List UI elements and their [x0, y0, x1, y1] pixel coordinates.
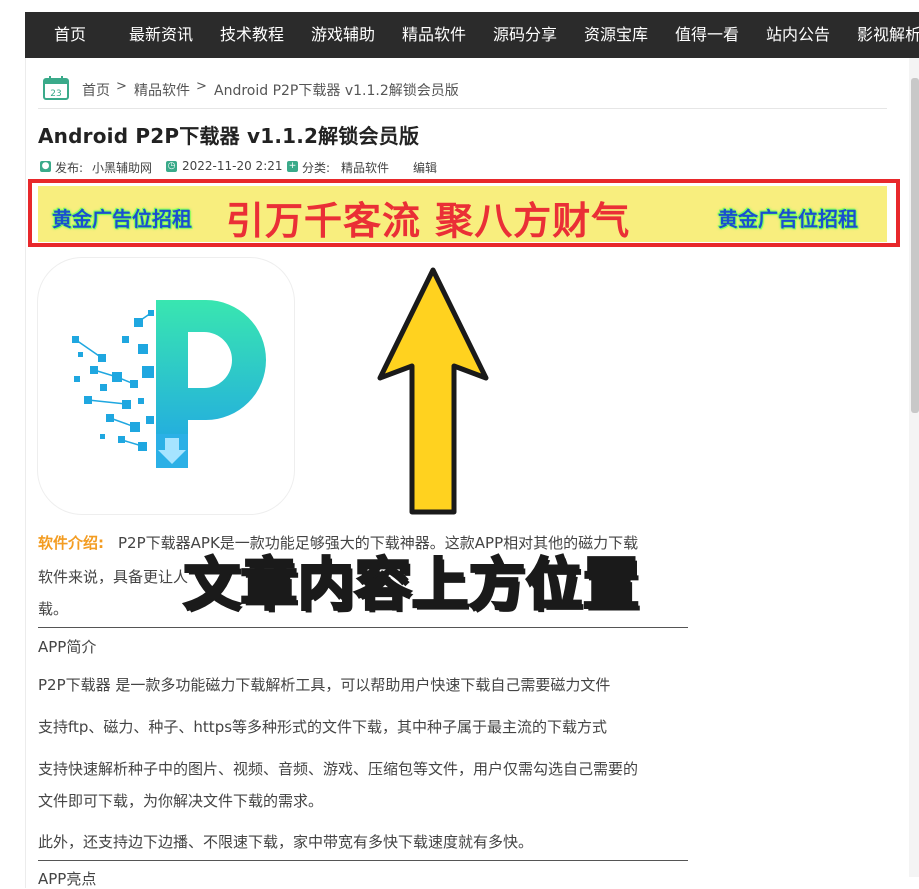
section-heading-intro: APP简介	[38, 638, 97, 656]
section-divider	[38, 860, 688, 861]
nav-item-software[interactable]: 精品软件	[402, 12, 466, 58]
user-icon: ●	[40, 161, 51, 172]
breadcrumb-current: Android P2P下载器 v1.1.2解锁会员版	[214, 83, 459, 99]
meta-category-label: 分类:	[302, 161, 331, 175]
plus-icon: +	[287, 161, 298, 172]
nav-item-source-code[interactable]: 源码分享	[493, 12, 557, 58]
app-icon	[38, 258, 294, 514]
breadcrumb-category[interactable]: 精品软件	[134, 80, 190, 100]
paragraph: P2P下载器 是一款多功能磁力下载解析工具，可以帮助用户快速下载自己需要磁力文件	[38, 676, 611, 694]
nav-item-tutorials[interactable]: 技术教程	[220, 12, 284, 58]
paragraph: 支持ftp、磁力、种子、https等多种形式的文件下载，其中种子属于最主流的下载…	[38, 718, 608, 736]
breadcrumb-separator: >	[196, 79, 207, 94]
calendar-day: 23	[50, 89, 61, 99]
meta-category[interactable]: 精品软件	[341, 159, 389, 176]
meta-date: 2022-11-20 2:21	[182, 159, 283, 173]
meta-edit-link[interactable]: 编辑	[413, 159, 437, 176]
top-nav: 首页 最新资讯 技术教程 游戏辅助 精品软件 源码分享 资源宝库 值得一看 站内…	[25, 12, 919, 58]
breadcrumb-home[interactable]: 首页	[82, 80, 110, 100]
up-arrow-icon	[377, 267, 489, 515]
nav-item-game-tools[interactable]: 游戏辅助	[311, 12, 375, 58]
paragraph: 支持快速解析种子中的图片、视频、音频、游戏、压缩包等文件，用户仅需勾选自己需要的	[38, 760, 639, 778]
breadcrumb-divider	[38, 108, 887, 109]
section-divider	[38, 627, 688, 628]
section-heading-highlights: APP亮点	[38, 870, 97, 888]
ad-right-text: 黄金广告位招租	[718, 207, 858, 231]
nav-item-worth-seeing[interactable]: 值得一看	[675, 12, 739, 58]
nav-item-home[interactable]: 首页	[54, 12, 86, 58]
nav-item-news[interactable]: 最新资讯	[129, 12, 193, 58]
nav-item-resources[interactable]: 资源宝库	[584, 12, 648, 58]
calendar-icon: 23	[43, 76, 69, 100]
meta-author-label: 发布:	[55, 161, 84, 175]
left-gutter	[0, 0, 25, 877]
intro-label: 软件介绍:	[38, 534, 104, 552]
clock-icon: ◷	[166, 161, 177, 172]
scrollbar-thumb[interactable]	[911, 78, 919, 413]
paragraph: 文件即可下载，为你解决文件下载的需求。	[38, 792, 324, 810]
meta-author[interactable]: 小黑辅助网	[92, 159, 152, 176]
ad-main-text: 引万千客流 聚八方财气	[226, 199, 631, 243]
nav-item-video-parse[interactable]: 影视解析	[857, 12, 919, 58]
intro-text-line3: 载。	[38, 600, 69, 618]
intro-text-line2: 软件来说，具备更让人	[38, 568, 189, 586]
ad-left-text: 黄金广告位招租	[52, 207, 192, 231]
article-title: Android P2P下载器 v1.1.2解锁会员版	[38, 124, 420, 148]
overlay-caption: 文章内容上方位置	[183, 552, 641, 620]
paragraph: 此外，还支持边下边播、不限速下载，家中带宽有多快下载速度就有多快。	[38, 833, 534, 851]
breadcrumb-separator: >	[116, 79, 127, 94]
p2p-logo-icon	[72, 300, 266, 468]
nav-item-announcements[interactable]: 站内公告	[766, 12, 830, 58]
